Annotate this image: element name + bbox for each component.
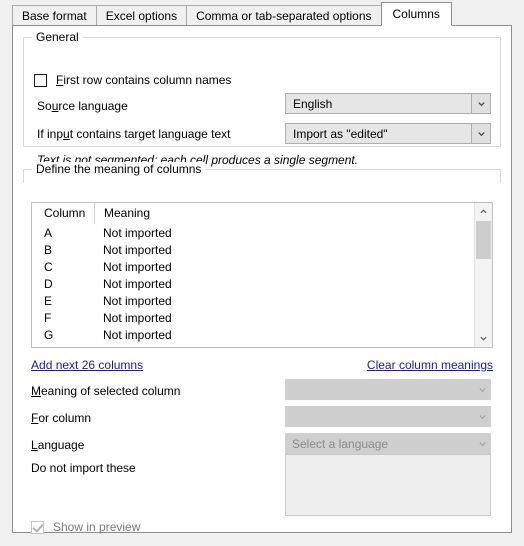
cell-meaning: Not imported: [103, 310, 172, 325]
source-language-label: Source language: [37, 99, 128, 113]
chevron-down-icon: [480, 336, 487, 341]
scrollbar-thumb[interactable]: [476, 221, 491, 259]
columns-group-title: Define the meaning of columns: [32, 162, 206, 176]
cell-column: A: [44, 225, 53, 240]
chevron-up-icon: [480, 209, 487, 214]
source-language-dropdown-button[interactable]: [471, 94, 490, 113]
tab-comma-or-tab-separated-options[interactable]: Comma or tab-separated options: [186, 5, 382, 25]
language-combo[interactable]: Select a language: [285, 433, 491, 454]
chevron-down-icon: [477, 132, 485, 137]
chevron-down-icon: [478, 388, 486, 393]
cell-column: D: [44, 276, 53, 291]
column-meanings-list-body: Column Meaning A Not imported B Not impo…: [32, 203, 475, 347]
for-column-label: For column: [31, 411, 92, 425]
table-row[interactable]: B Not imported: [32, 241, 475, 258]
show-in-preview-checkbox[interactable]: [31, 520, 44, 534]
chevron-down-icon: [478, 442, 486, 447]
cell-column: F: [44, 310, 52, 325]
tab-excel-options[interactable]: Excel options: [95, 5, 188, 25]
first-row-contains-column-names-row[interactable]: First row contains column names: [34, 73, 231, 87]
do-not-import-these-textarea[interactable]: [285, 454, 491, 516]
scroll-up-button[interactable]: [475, 203, 492, 220]
columns-settings-dialog: Base format Excel options Comma or tab-s…: [0, 0, 524, 546]
first-row-checkbox[interactable]: [34, 73, 47, 87]
table-row[interactable]: C Not imported: [32, 258, 475, 275]
tab-strip: Base format Excel options Comma or tab-s…: [12, 2, 452, 26]
chevron-down-icon: [477, 102, 485, 107]
table-row[interactable]: F Not imported: [32, 309, 475, 326]
target-language-text-label: If input contains target language text: [37, 127, 231, 141]
cell-meaning: Not imported: [103, 276, 172, 291]
add-next-columns-link[interactable]: Add next 26 columns: [31, 358, 143, 372]
columns-group: Define the meaning of columns: [23, 162, 501, 183]
cell-column: C: [44, 259, 53, 274]
meaning-of-selected-column-combo[interactable]: [285, 379, 491, 400]
table-row[interactable]: D Not imported: [32, 275, 475, 292]
for-column-combo[interactable]: [285, 406, 491, 427]
cell-column: E: [44, 293, 53, 308]
table-header-row: Column Meaning: [32, 203, 475, 224]
cell-meaning: Not imported: [103, 242, 172, 257]
cell-column: B: [44, 242, 53, 257]
language-dropdown-button[interactable]: [473, 434, 491, 453]
cell-meaning: Not imported: [103, 293, 172, 308]
tab-base-format[interactable]: Base format: [12, 5, 97, 25]
cell-column: H: [32, 345, 94, 348]
cell-column: G: [44, 327, 54, 342]
show-in-preview-row[interactable]: Show in preview: [31, 520, 140, 534]
clear-column-meanings-link[interactable]: Clear column meanings: [367, 358, 493, 372]
cell-meaning: Not imported: [103, 225, 172, 240]
source-language-value: English: [293, 96, 333, 111]
language-value: Select a language: [292, 436, 389, 451]
target-language-text-value: Import as "edited": [293, 126, 388, 141]
table-row[interactable]: G Not imported: [32, 326, 475, 343]
cell-meaning: Not imported: [103, 259, 172, 274]
source-language-combo[interactable]: English: [285, 93, 491, 114]
general-group-title: General: [32, 30, 83, 44]
tab-columns[interactable]: Columns: [380, 2, 452, 26]
table-row[interactable]: H Not imported: [32, 343, 475, 348]
list-vertical-scrollbar[interactable]: [474, 203, 492, 347]
table-row[interactable]: E Not imported: [32, 292, 475, 309]
scroll-down-button[interactable]: [475, 330, 492, 347]
cell-meaning: Not imported: [103, 327, 172, 342]
target-language-text-combo[interactable]: Import as "edited": [285, 123, 491, 144]
show-in-preview-label: Show in preview: [53, 520, 141, 534]
header-column: Column: [44, 206, 86, 220]
header-meaning: Meaning: [94, 203, 475, 224]
first-row-checkbox-label: First row contains column names: [56, 73, 232, 87]
column-meanings-list[interactable]: Column Meaning A Not imported B Not impo…: [31, 202, 493, 348]
cell-meaning: Not imported: [94, 345, 475, 348]
meaning-of-selected-column-dropdown-button[interactable]: [473, 380, 491, 399]
for-column-dropdown-button[interactable]: [473, 407, 491, 426]
chevron-down-icon: [478, 415, 486, 420]
meaning-of-selected-column-label: Meaning of selected column: [31, 384, 181, 398]
target-language-text-dropdown-button[interactable]: [471, 124, 490, 143]
tab-page-columns: General First row contains column names …: [12, 25, 512, 534]
language-label: Language: [31, 438, 85, 452]
do-not-import-these-label: Do not import these: [31, 461, 136, 475]
table-row[interactable]: A Not imported: [32, 224, 475, 241]
